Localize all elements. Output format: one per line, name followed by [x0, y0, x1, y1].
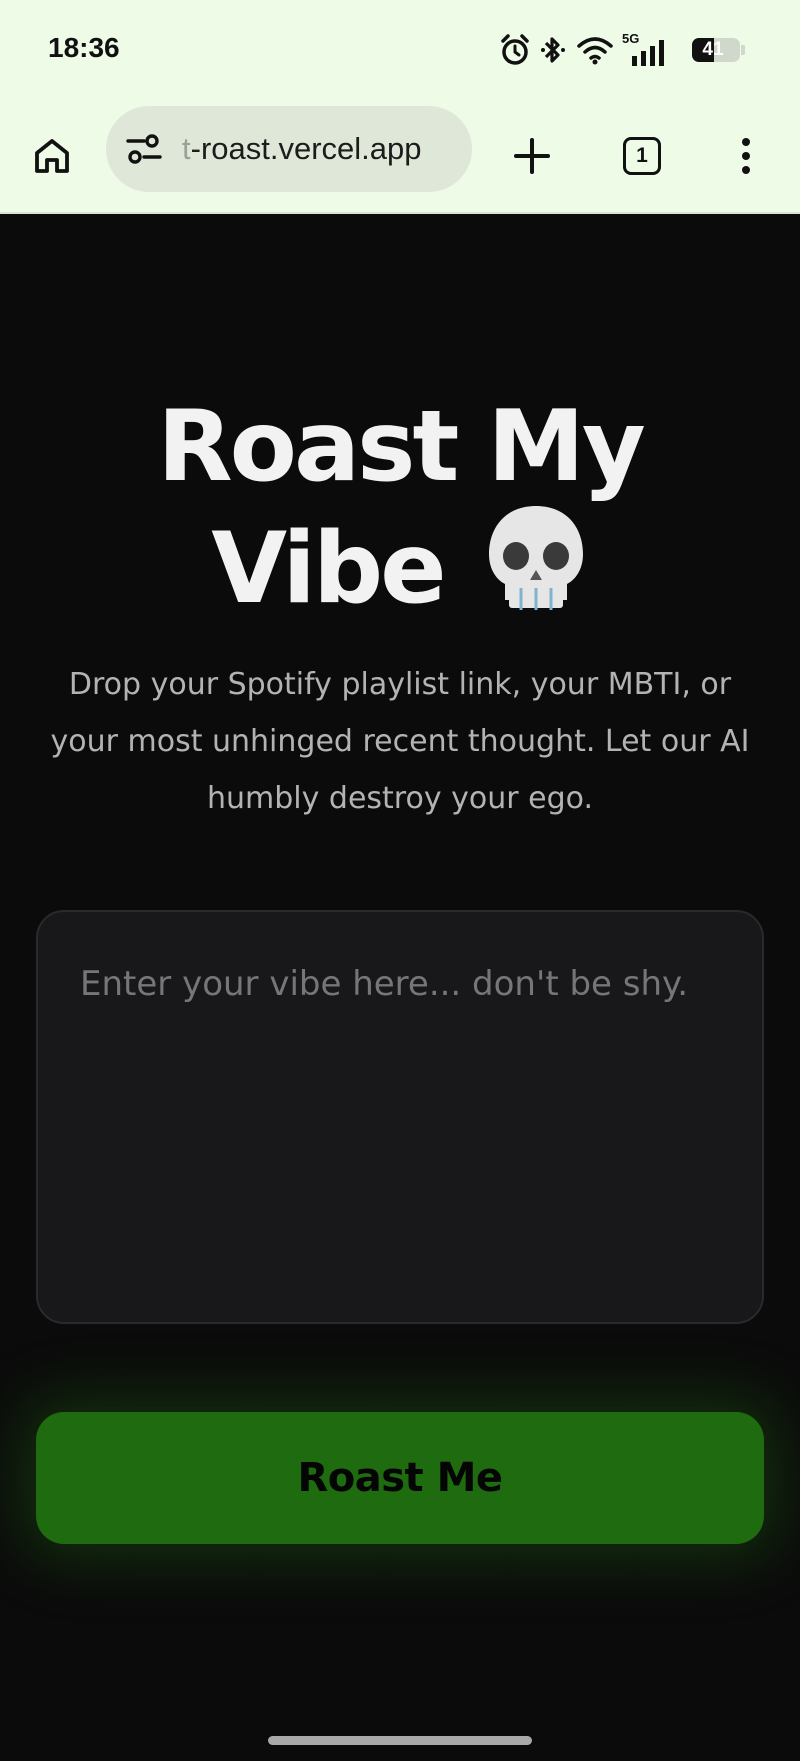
url-domain: -roast.vercel.app [190, 131, 422, 166]
status-bar: 18:36 5G 41 [0, 0, 800, 104]
page-content: Roast My Vibe Drop your Spotify playlist… [0, 216, 800, 1761]
new-tab-icon [514, 138, 550, 174]
address-bar[interactable]: t-roast.vercel.app [106, 106, 472, 192]
home-indicator[interactable] [268, 1736, 532, 1745]
page-title: Roast My Vibe [0, 394, 800, 622]
alarm-icon [501, 34, 529, 65]
battery-indicator: 41 [692, 38, 740, 62]
page-title-line2: Vibe [211, 512, 446, 626]
wifi-icon [577, 37, 613, 65]
vibe-input[interactable] [36, 910, 764, 1324]
tab-switcher-icon: 1 [623, 137, 661, 175]
site-settings-icon[interactable] [124, 129, 164, 169]
home-icon [35, 139, 69, 173]
page-title-line1: Roast My [157, 390, 646, 504]
skull-icon [488, 506, 583, 610]
page-subtitle: Drop your Spotify playlist link, your MB… [50, 667, 750, 816]
battery-level: 41 [702, 39, 724, 60]
status-icons: 5G 41 [500, 31, 745, 66]
url-text[interactable]: t-roast.vercel.app [182, 131, 464, 167]
tab-switcher-button[interactable]: 1 [612, 126, 672, 186]
browser-toolbar: t-roast.vercel.app 1 [0, 104, 800, 214]
new-tab-button[interactable] [502, 126, 562, 186]
status-time: 18:36 [48, 32, 120, 63]
home-button[interactable] [22, 126, 82, 186]
bluetooth-icon [541, 37, 565, 63]
signal-5g-icon: 5G [622, 31, 674, 66]
roast-me-button[interactable]: Roast Me [36, 1412, 764, 1544]
more-options-icon [742, 138, 750, 174]
url-faded-prefix: t [182, 131, 191, 166]
more-options-button[interactable] [716, 126, 776, 186]
